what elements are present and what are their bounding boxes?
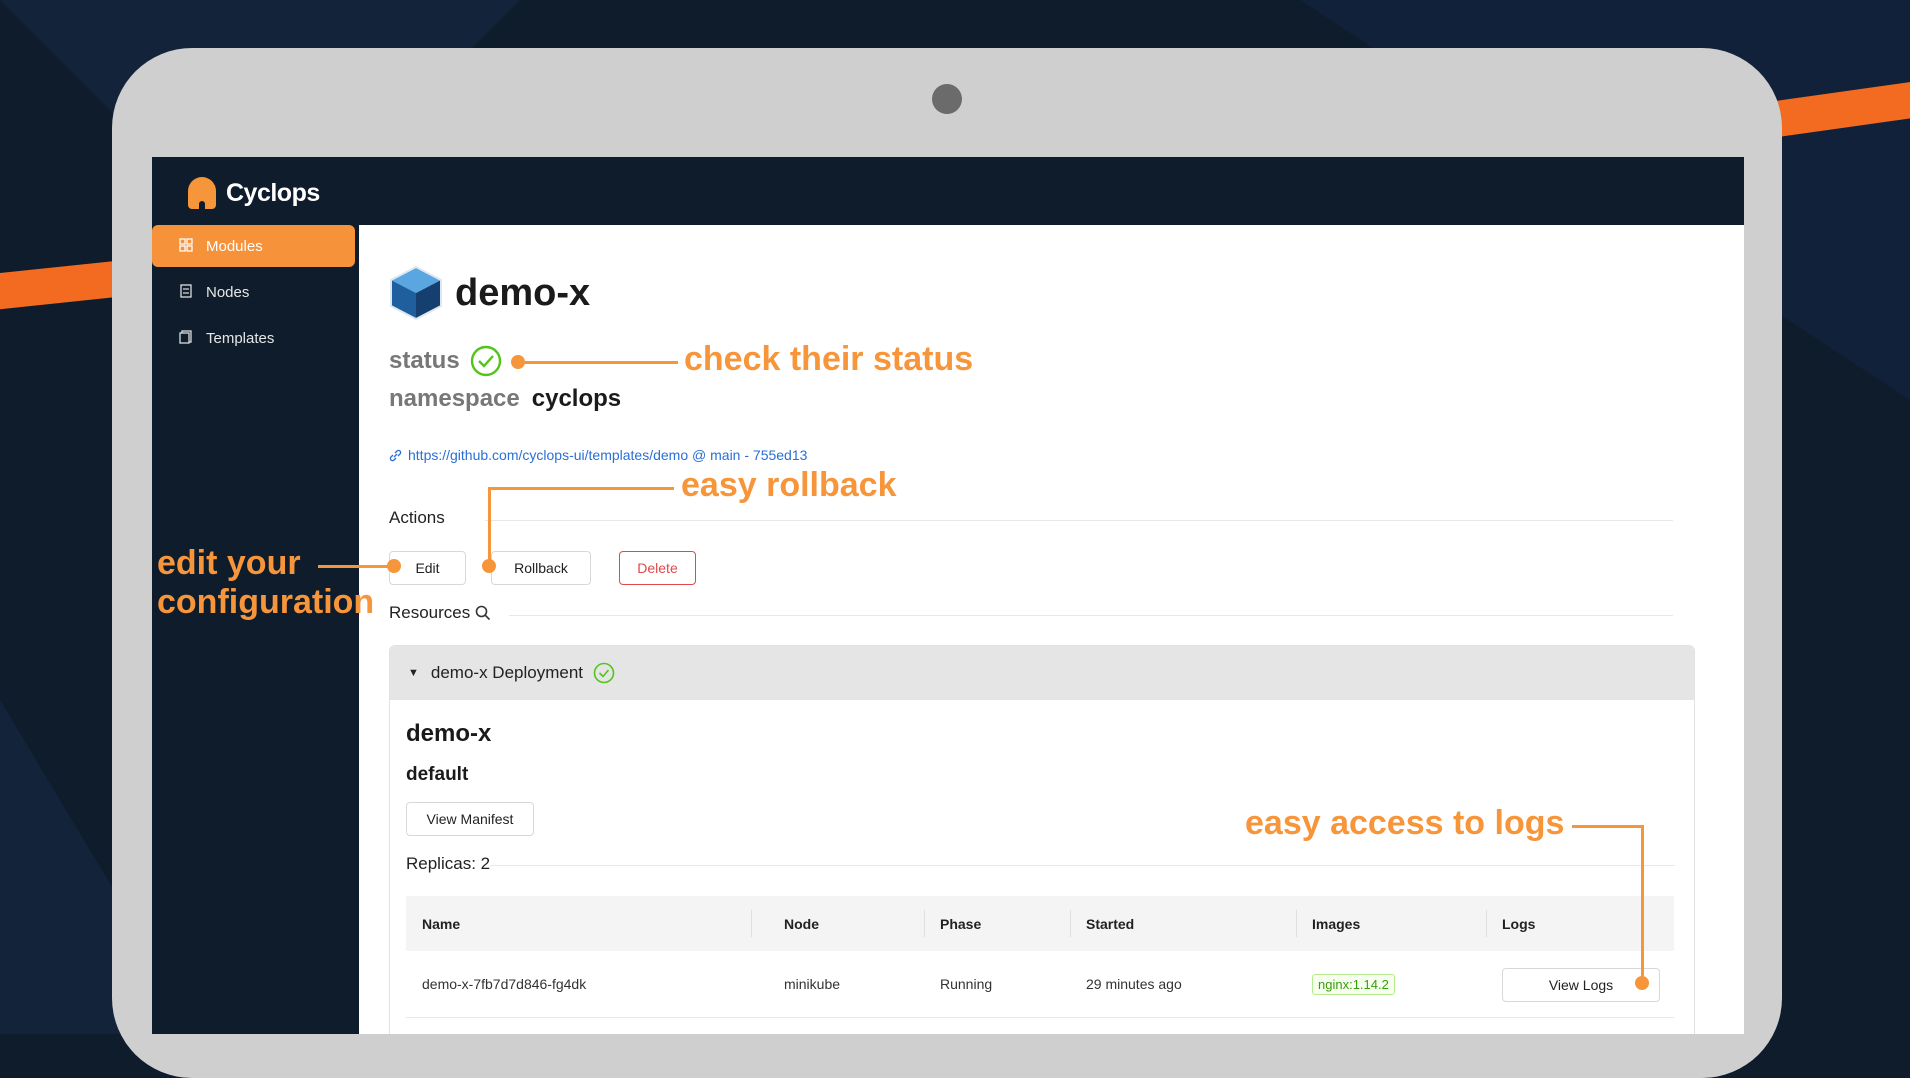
- annotation-rollback-dot: [482, 559, 496, 573]
- annotation-rollback: easy rollback: [681, 466, 897, 504]
- annotation-status: check their status: [684, 340, 974, 378]
- deployment-status-ok-icon: [593, 662, 615, 684]
- search-icon[interactable]: [475, 605, 491, 621]
- namespace-label: namespace: [389, 385, 520, 412]
- pod-image-tag: nginx:1.14.2: [1312, 973, 1395, 995]
- pod-phase: Running: [940, 976, 993, 992]
- resource-namespace: default: [406, 764, 469, 785]
- annotation-logs-line-v: [1641, 825, 1644, 985]
- caret-down-icon: ▼: [408, 667, 419, 679]
- annotation-rollback-line-v: [488, 487, 491, 565]
- nodes-icon: [178, 284, 194, 300]
- cyclops-logo-icon: [188, 177, 216, 209]
- app-screen: Cyclops Modules Nodes Templates demo-x s…: [152, 157, 1744, 1034]
- sidebar-item-label: Nodes: [206, 283, 250, 301]
- annotation-edit-line2: configuration: [157, 583, 375, 621]
- modules-icon: [178, 238, 194, 254]
- module-cube-icon: [390, 265, 442, 321]
- col-header-logs: Logs: [1502, 915, 1536, 932]
- status-row: status: [389, 345, 502, 377]
- template-link[interactable]: https://github.com/cyclops-ui/templates/…: [389, 447, 807, 463]
- pod-started: 29 minutes ago: [1086, 976, 1182, 992]
- main-content: demo-x status namespace cyclops https://…: [359, 225, 1744, 1034]
- annotation-edit-line1: edit your: [157, 544, 301, 582]
- pod-name: demo-x-7fb7d7d846-fg4dk: [422, 976, 587, 992]
- deployment-panel-header[interactable]: ▼ demo-x Deployment: [390, 646, 1694, 700]
- namespace-row: namespace cyclops: [389, 385, 621, 413]
- view-manifest-button[interactable]: View Manifest: [406, 802, 534, 836]
- resources-title: Resources: [389, 603, 471, 622]
- resources-title-row: Resources: [389, 603, 491, 623]
- col-header-started: Started: [1086, 915, 1135, 932]
- app-name: Cyclops: [226, 178, 320, 207]
- col-header-images: Images: [1312, 915, 1361, 932]
- camera-icon: [932, 84, 962, 114]
- status-ok-icon: [470, 345, 501, 377]
- pod-node: minikube: [784, 976, 841, 992]
- status-label: status: [389, 347, 460, 374]
- templates-icon: [178, 330, 194, 346]
- rollback-button[interactable]: Rollback: [491, 551, 591, 585]
- actions-divider: [485, 520, 1673, 521]
- deployment-title: demo-x Deployment: [430, 663, 584, 682]
- table-row: demo-x-7fb7d7d846-fg4dk minikube Running…: [406, 951, 1674, 1018]
- sidebar-item-nodes[interactable]: Nodes: [152, 271, 355, 313]
- actions-title: Actions: [389, 508, 445, 527]
- resources-divider: [509, 615, 1673, 616]
- replicas-divider: [490, 865, 1675, 866]
- sidebar: Modules Nodes Templates: [152, 225, 359, 1034]
- annotation-logs-dot: [1635, 976, 1649, 990]
- sidebar-item-templates[interactable]: Templates: [152, 317, 355, 359]
- page-title: demo-x: [455, 271, 591, 314]
- col-header-phase: Phase: [940, 915, 982, 932]
- annotation-logs: easy access to logs: [1245, 804, 1565, 842]
- replicas-count: Replicas: 2: [406, 854, 491, 873]
- annotation-edit-line: [318, 565, 392, 568]
- sidebar-item-label: Modules: [206, 237, 263, 255]
- sidebar-item-label: Templates: [206, 329, 275, 347]
- app-logo[interactable]: Cyclops: [188, 177, 320, 209]
- pods-table-header: Name Node Phase Started Images Logs: [406, 896, 1674, 951]
- annotation-logs-line-h: [1572, 825, 1644, 828]
- top-bar: Cyclops: [152, 157, 1744, 225]
- col-header-name: Name: [422, 915, 461, 932]
- annotation-edit-dot: [387, 559, 401, 573]
- namespace-value: cyclops: [531, 385, 622, 412]
- sidebar-item-modules[interactable]: Modules: [152, 225, 355, 267]
- annotation-status-line: [524, 361, 678, 364]
- delete-button[interactable]: Delete: [619, 551, 696, 585]
- resource-name: demo-x: [406, 720, 492, 747]
- annotation-rollback-line-h: [488, 487, 674, 490]
- module-header: demo-x: [389, 265, 590, 321]
- link-icon: [389, 449, 402, 461]
- annotation-status-dot: [511, 355, 525, 369]
- col-header-node: Node: [784, 915, 819, 932]
- template-link-text: https://github.com/cyclops-ui/templates/…: [408, 447, 808, 463]
